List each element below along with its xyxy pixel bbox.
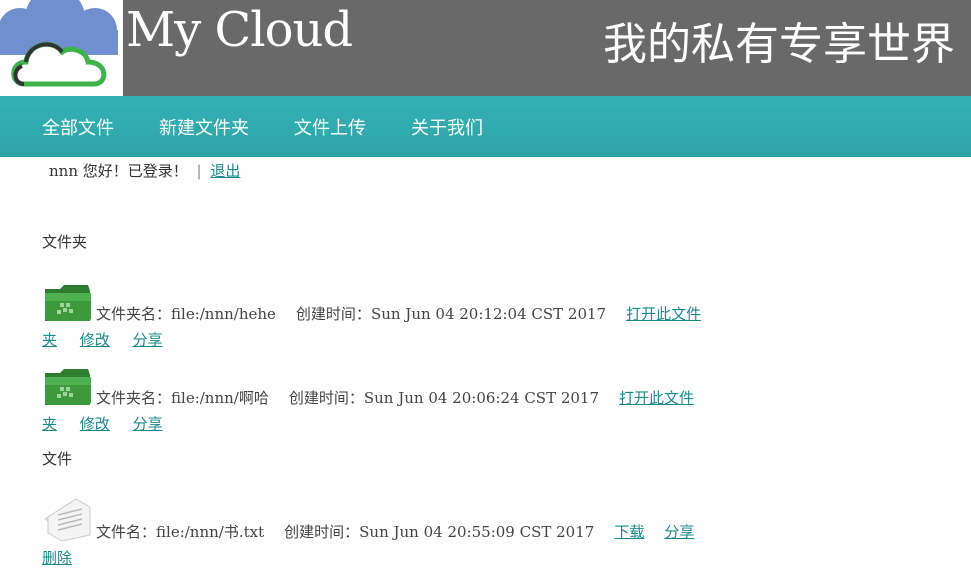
separator: | xyxy=(196,162,202,180)
document-icon[interactable] xyxy=(42,497,92,541)
share-link[interactable]: 分享 xyxy=(133,331,163,349)
nav-about[interactable]: 关于我们 xyxy=(411,114,483,140)
delete-link[interactable]: 删除 xyxy=(42,549,72,567)
folder-name: file:/nnn/啊哈 xyxy=(171,389,269,407)
main-nav: 全部文件 新建文件夹 文件上传 关于我们 xyxy=(0,96,971,157)
nav-new-folder[interactable]: 新建文件夹 xyxy=(159,114,249,140)
created-time-label: 创建时间： xyxy=(288,389,364,407)
folder-icon[interactable] xyxy=(42,367,92,407)
open-folder-link-cont[interactable]: 夹 xyxy=(42,415,57,433)
open-folder-link[interactable]: 打开此文件 xyxy=(626,305,701,323)
files-heading: 文件 xyxy=(42,450,73,468)
site-slogan: 我的私有专享世界 xyxy=(603,19,955,70)
created-time-label: 创建时间： xyxy=(295,305,371,323)
cloud-logo xyxy=(0,0,123,96)
share-link[interactable]: 分享 xyxy=(133,415,163,433)
open-folder-link-cont[interactable]: 夹 xyxy=(42,331,57,349)
file-name-label: 文件名： xyxy=(96,523,157,541)
cloud-icon xyxy=(0,0,118,87)
edit-link[interactable]: 修改 xyxy=(80,331,110,349)
share-link[interactable]: 分享 xyxy=(664,523,694,541)
nav-upload[interactable]: 文件上传 xyxy=(294,114,366,140)
download-link[interactable]: 下载 xyxy=(614,523,644,541)
user-greeting: nnn 您好！已登录！ xyxy=(49,162,188,180)
user-status: nnn 您好！已登录！ | 退出 xyxy=(49,160,240,181)
folder-name-label: 文件夹名： xyxy=(96,305,172,323)
file-item: 文件名：file:/nnn/书.txt 创建时间：Sun Jun 04 20:55… xyxy=(42,497,722,567)
logout-link[interactable]: 退出 xyxy=(210,162,240,180)
created-time-label: 创建时间： xyxy=(284,523,360,541)
created-time: Sun Jun 04 20:06:24 CST 2017 xyxy=(363,389,600,407)
created-time: Sun Jun 04 20:12:04 CST 2017 xyxy=(370,305,607,323)
created-time: Sun Jun 04 20:55:09 CST 2017 xyxy=(359,523,595,541)
open-folder-link[interactable]: 打开此文件 xyxy=(619,389,694,407)
file-name: file:/nnn/书.txt xyxy=(156,523,265,541)
folder-item: 文件夹名：file:/nnn/hehe 创建时间：Sun Jun 04 20:12… xyxy=(42,283,722,349)
folder-item: 文件夹名：file:/nnn/啊哈 创建时间：Sun Jun 04 20:06:2… xyxy=(42,367,722,433)
folders-heading: 文件夹 xyxy=(42,233,88,251)
edit-link[interactable]: 修改 xyxy=(80,415,110,433)
site-title: My Cloud xyxy=(126,2,353,58)
folder-name: file:/nnn/hehe xyxy=(171,305,276,323)
nav-all-files[interactable]: 全部文件 xyxy=(42,114,114,140)
folder-icon[interactable] xyxy=(42,283,92,323)
folder-name-label: 文件夹名： xyxy=(96,389,172,407)
header: My Cloud 我的私有专享世界 xyxy=(0,0,971,96)
